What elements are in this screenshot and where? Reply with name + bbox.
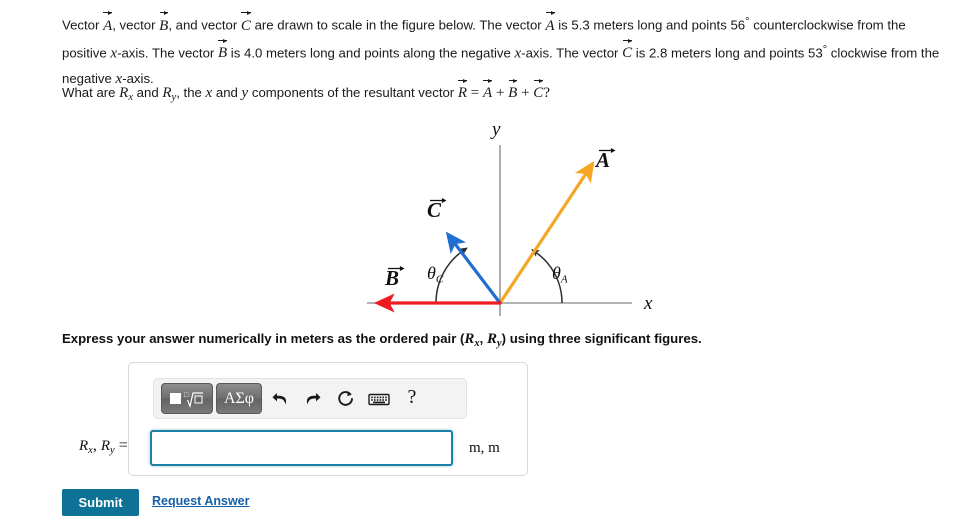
rx-symbol: R bbox=[119, 85, 129, 101]
vector-c-glyph: C bbox=[240, 11, 251, 34]
undo-button[interactable] bbox=[265, 383, 295, 414]
vector-c-label: C bbox=[427, 197, 447, 221]
stmt-text: , and vector bbox=[168, 17, 241, 33]
ry-symbol: R bbox=[486, 331, 497, 347]
stmt-text: are drawn to scale in the figure below. … bbox=[250, 17, 546, 33]
rx-symbol: R bbox=[79, 438, 89, 454]
vector-c-arrow bbox=[445, 231, 502, 305]
vector-b-glyph: B bbox=[508, 78, 518, 101]
vector-b-label-arrow bbox=[388, 265, 405, 272]
undo-icon bbox=[272, 392, 287, 404]
redo-icon bbox=[306, 392, 321, 404]
stmt-text: is 2.8 meters long and points 53 bbox=[632, 45, 823, 61]
express-text: Express your answer numerically in meter… bbox=[62, 331, 465, 346]
reset-button[interactable] bbox=[331, 383, 361, 414]
theta-c-subscript: C bbox=[435, 273, 444, 286]
stmt-text: positive bbox=[62, 45, 111, 61]
theta-a-symbol: θ bbox=[552, 263, 561, 283]
greek-letters-label: ΑΣφ bbox=[223, 389, 255, 407]
answer-label-text: , bbox=[92, 437, 101, 454]
stmt-text: clockwise from the bbox=[827, 45, 940, 61]
vector-a-label: A bbox=[596, 147, 616, 171]
reset-icon bbox=[338, 390, 353, 406]
vector-a-glyph: A bbox=[103, 11, 113, 34]
express-answer-instruction: Express your answer numerically in meter… bbox=[62, 331, 702, 349]
express-text: ) using three significant figures. bbox=[501, 331, 702, 346]
question-text: and bbox=[212, 85, 242, 100]
x-axis-label: x bbox=[644, 293, 653, 314]
vector-c-glyph: C bbox=[533, 78, 544, 101]
question-text: What are bbox=[62, 85, 120, 100]
answer-units: m, m bbox=[469, 440, 500, 456]
request-answer-link[interactable]: Request Answer bbox=[152, 494, 249, 508]
help-label: ? bbox=[407, 386, 417, 408]
stmt-text: is 4.0 meters long and points along the … bbox=[227, 45, 515, 61]
greek-letters-button[interactable]: ΑΣφ bbox=[216, 383, 262, 414]
question-line: What are Rx and Ry, the x and y componen… bbox=[62, 78, 550, 109]
square-placeholder-icon bbox=[169, 393, 181, 404]
theta-a-subscript: A bbox=[560, 273, 568, 286]
nth-root-icon: □ bbox=[184, 391, 203, 408]
plus-sign: + bbox=[517, 85, 534, 101]
vector-a-glyph: A bbox=[483, 78, 493, 101]
angle-a-label: θA bbox=[552, 264, 568, 285]
theta-c-symbol: θ bbox=[427, 263, 436, 283]
math-toolbar: □ ΑΣφ ? bbox=[153, 378, 467, 419]
vector-b-label: B bbox=[385, 265, 405, 289]
rx-symbol: R bbox=[464, 331, 475, 347]
statement-line-2: positive x-axis. The vector B is 4.0 met… bbox=[62, 38, 962, 67]
answer-label-equals: = bbox=[114, 437, 128, 454]
express-text: , bbox=[479, 331, 487, 346]
answer-panel: □ ΑΣφ ? Rx, Ry = m, m bbox=[79, 362, 529, 476]
stmt-text: counterclockwise from the bbox=[749, 17, 906, 33]
stmt-text: Vector bbox=[62, 17, 104, 33]
answer-input[interactable] bbox=[150, 430, 453, 466]
keyboard-button[interactable] bbox=[364, 383, 394, 414]
help-button[interactable]: ? bbox=[397, 382, 427, 415]
vector-b-glyph: B bbox=[159, 11, 169, 34]
plus-sign: + bbox=[492, 85, 509, 101]
keyboard-icon bbox=[368, 393, 390, 405]
stmt-text: is 5.3 meters long and points 56 bbox=[554, 17, 746, 33]
statement-line-1: Vector A, vector B, and vector C are dra… bbox=[62, 10, 962, 38]
vector-diagram-svg bbox=[367, 145, 632, 316]
question-text: and bbox=[133, 85, 163, 100]
stmt-text: , vector bbox=[112, 17, 160, 33]
angle-c-label: θC bbox=[427, 264, 443, 285]
answer-row: Rx, Ry = m, m bbox=[79, 425, 529, 471]
question-mark: ? bbox=[543, 85, 550, 101]
vector-diagram: x y A C B θC θA bbox=[352, 116, 672, 321]
equals-sign: = bbox=[467, 85, 484, 101]
vector-a-arrow bbox=[498, 160, 595, 305]
answer-label: Rx, Ry = bbox=[79, 437, 128, 456]
redo-button[interactable] bbox=[298, 383, 328, 414]
vector-c-glyph: C bbox=[622, 38, 633, 62]
stmt-text: -axis. The vector bbox=[521, 45, 623, 61]
stmt-text: -axis. The vector bbox=[117, 45, 218, 61]
ry-symbol: R bbox=[100, 438, 111, 454]
y-axis-label: y bbox=[492, 119, 501, 140]
submit-button[interactable]: Submit bbox=[62, 489, 139, 516]
problem-page: Vector A, vector B, and vector C are dra… bbox=[0, 0, 973, 520]
math-template-button[interactable]: □ bbox=[161, 383, 213, 414]
vector-a-label-arrow bbox=[599, 147, 616, 154]
ry-symbol: R bbox=[162, 85, 172, 101]
vector-r-glyph: R bbox=[457, 78, 468, 101]
question-text: components of the resultant vector bbox=[248, 85, 458, 100]
vector-a-glyph: A bbox=[545, 11, 555, 34]
vector-b-glyph: B bbox=[217, 38, 228, 62]
vector-c-label-arrow bbox=[430, 197, 447, 204]
svg-text:□: □ bbox=[184, 391, 189, 399]
question-text: , the bbox=[176, 85, 206, 100]
